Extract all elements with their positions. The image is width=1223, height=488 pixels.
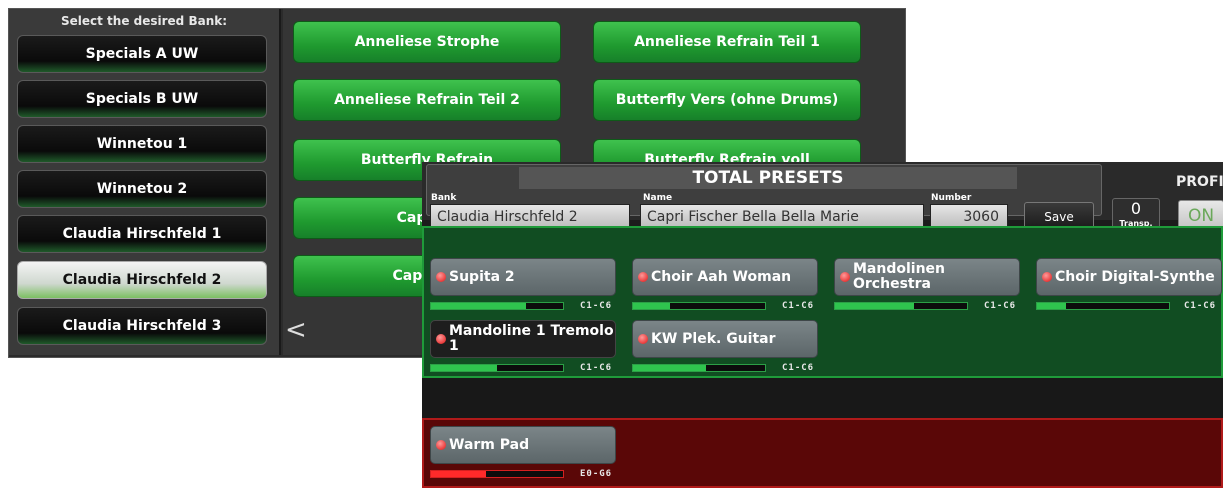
voice-button[interactable]: KW Plek. Guitar	[632, 320, 818, 358]
key-range: C1-C6	[580, 363, 613, 373]
volume-bar-fill	[431, 471, 487, 477]
transpose-value: 0	[1130, 199, 1142, 218]
bank-button-specials-a-uw[interactable]: Specials A UW	[17, 35, 267, 73]
key-range: C1-C6	[580, 301, 613, 311]
total-presets-header-bar: TOTAL PRESETS Bank Name Number Claudia H…	[422, 162, 1223, 232]
lower-voices-area: Warm Pad E0-G6	[422, 418, 1223, 488]
bank-button-specials-b-uw[interactable]: Specials B UW	[17, 80, 267, 118]
bank-button-claudia-hirschfeld-1[interactable]: Claudia Hirschfeld 1	[17, 215, 267, 253]
volume-bar[interactable]	[430, 302, 564, 310]
key-range: C1-C6	[782, 301, 815, 311]
voice-active-led-icon[interactable]	[436, 272, 446, 282]
bank-field-label: Bank	[431, 193, 457, 203]
number-field[interactable]: 3060	[930, 204, 1008, 228]
name-field[interactable]: Capri Fischer Bella Bella Marie	[640, 204, 924, 228]
volume-bar-fill	[431, 365, 497, 371]
bank-field[interactable]: Claudia Hirschfeld 2	[430, 204, 630, 228]
voice-name: Choir Digital-Synthe	[1055, 268, 1215, 285]
preset-button[interactable]: Butterfly Vers (ohne Drums)	[593, 79, 861, 121]
voice-active-led-icon[interactable]	[638, 272, 648, 282]
voice-active-led-icon[interactable]	[436, 440, 446, 450]
back-arrow-icon[interactable]: <	[285, 315, 307, 345]
bank-list-header: Select the desired Bank:	[60, 14, 228, 28]
name-field-label: Name	[643, 193, 673, 203]
bank-button-claudia-hirschfeld-2[interactable]: Claudia Hirschfeld 2	[17, 261, 267, 299]
volume-bar-fill	[1037, 303, 1067, 309]
volume-bar-fill	[431, 303, 527, 309]
volume-bar[interactable]	[834, 302, 968, 310]
voice-active-led-icon[interactable]	[1042, 272, 1052, 282]
key-range: C1-C6	[782, 363, 815, 373]
bank-button-claudia-hirschfeld-3[interactable]: Claudia Hirschfeld 3	[17, 307, 267, 345]
voice-name: Choir Aah Woman	[651, 268, 792, 285]
volume-bar-fill	[835, 303, 915, 309]
empty-voice-area	[422, 378, 1223, 418]
volume-bar-fill	[633, 303, 670, 309]
voice-name: Mandoline 1 Tremolo 1	[449, 323, 614, 354]
number-field-label: Number	[931, 193, 972, 203]
voice-button[interactable]: Mandoline 1 Tremolo 1	[430, 320, 616, 358]
voice-active-led-icon[interactable]	[436, 334, 446, 344]
volume-bar-fill	[633, 365, 706, 371]
voice-button[interactable]: Mandolinen Orchestra	[834, 258, 1020, 296]
upper-voices-area: Supita 2 C1-C6 Choir Aah Woman C1-C6 Man…	[422, 226, 1223, 378]
voice-name: Supita 2	[449, 268, 515, 285]
volume-bar[interactable]	[632, 364, 766, 372]
key-range: C1-C6	[1184, 301, 1217, 311]
voice-active-led-icon[interactable]	[840, 272, 850, 282]
voice-button[interactable]: Supita 2	[430, 258, 616, 296]
preset-button[interactable]: Anneliese Refrain Teil 2	[293, 79, 561, 121]
key-range: E0-G6	[580, 469, 613, 479]
page-title: TOTAL PRESETS	[519, 167, 1017, 189]
preset-button[interactable]: Anneliese Refrain Teil 1	[593, 21, 861, 63]
voice-name: KW Plek. Guitar	[651, 330, 776, 347]
volume-bar[interactable]	[430, 364, 564, 372]
voice-button[interactable]: Choir Digital-Synthe	[1036, 258, 1222, 296]
voice-button[interactable]: Choir Aah Woman	[632, 258, 818, 296]
voice-button[interactable]: Warm Pad	[430, 426, 616, 464]
volume-bar[interactable]	[1036, 302, 1170, 310]
bank-button-winnetou-1[interactable]: Winnetou 1	[17, 125, 267, 163]
bank-button-winnetou-2[interactable]: Winnetou 2	[17, 170, 267, 208]
voice-name: Warm Pad	[449, 436, 530, 453]
volume-bar[interactable]	[632, 302, 766, 310]
total-presets-window: TOTAL PRESETS Bank Name Number Claudia H…	[422, 162, 1223, 488]
profi-label: PROFI	[1176, 174, 1223, 190]
voice-name: Mandolinen Orchestra	[853, 261, 946, 292]
preset-button[interactable]: Anneliese Strophe	[293, 21, 561, 63]
voice-active-led-icon[interactable]	[638, 334, 648, 344]
key-range: C1-C6	[984, 301, 1017, 311]
bank-list-panel: Select the desired Bank: Specials A UW S…	[9, 9, 281, 355]
volume-bar[interactable]	[430, 470, 564, 478]
